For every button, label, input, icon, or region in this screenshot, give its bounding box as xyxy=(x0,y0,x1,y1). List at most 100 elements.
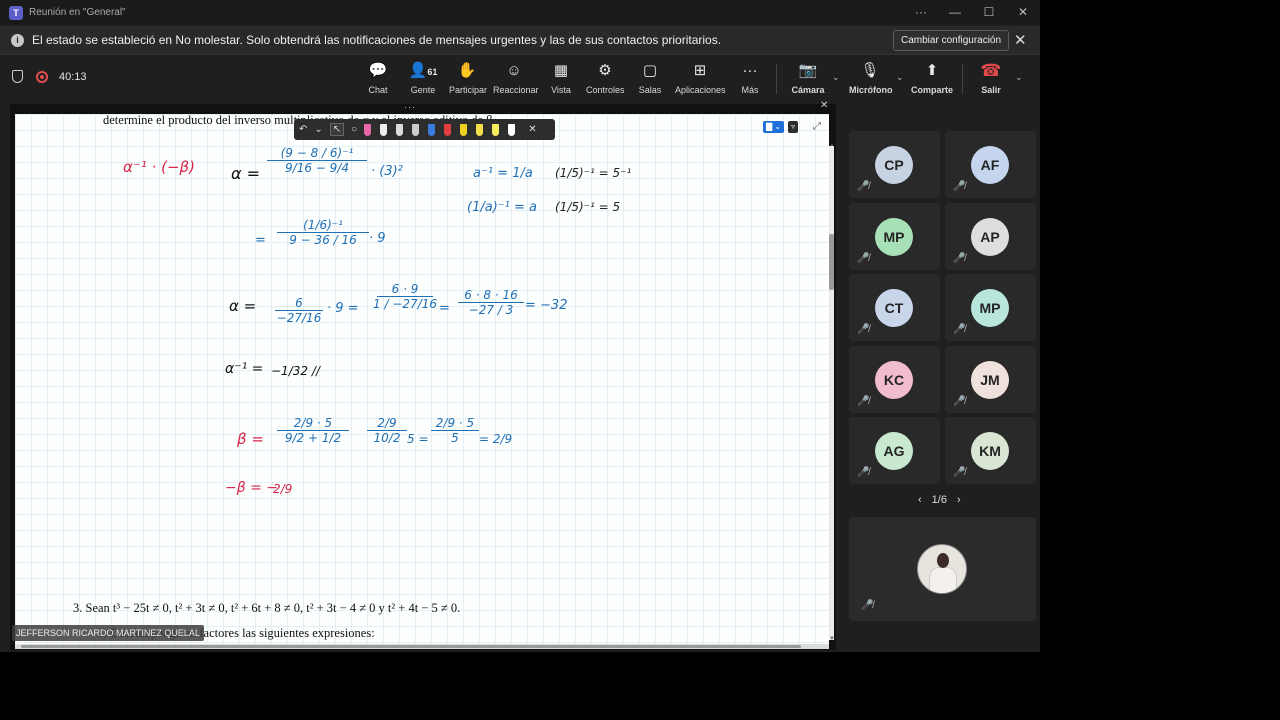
shared-document-canvas: determine el producto del inverso multip… xyxy=(15,114,829,644)
ink-result-2: = 2/9 xyxy=(479,432,513,446)
ink-fraction-7-denominator: 10/2 xyxy=(373,431,401,445)
chat-button[interactable]: 💬 Chat xyxy=(366,62,390,95)
ink-fraction-6: 2/9 · 5 9/2 + 1/2 xyxy=(277,416,349,445)
hscroll-thumb[interactable] xyxy=(21,645,801,648)
participant-tile[interactable]: KC 🎤̸ xyxy=(849,346,940,413)
leave-button[interactable]: ☎ Salir xyxy=(978,62,1004,96)
camera-button[interactable]: 📷 Cámara xyxy=(791,62,825,95)
camera-options-chevron-icon[interactable]: ⌄ xyxy=(832,72,840,83)
avatar: JM xyxy=(971,361,1009,399)
leave-options-chevron-icon[interactable]: ⌄ xyxy=(1015,72,1023,83)
view-button[interactable]: ▦ Vista xyxy=(549,62,573,95)
mic-muted-icon: 🎤̸ xyxy=(857,181,870,192)
self-video-tile[interactable]: 🎤̸ xyxy=(849,517,1036,621)
more-button[interactable]: ··· Más xyxy=(738,62,762,95)
window-controls: ··· — ☐ ✕ xyxy=(904,0,1040,25)
pen-red-icon[interactable] xyxy=(444,123,452,136)
participant-tile[interactable]: MP 🎤̸ xyxy=(849,203,940,270)
prev-page-icon[interactable]: ‹ xyxy=(918,494,922,506)
undo-icon[interactable]: ↶ xyxy=(299,124,307,135)
notification-message: El estado se estableció en No molestar. … xyxy=(32,33,722,47)
highlighter-yellow-icon[interactable] xyxy=(460,123,468,136)
pen-pink-icon[interactable] xyxy=(364,123,372,136)
highlighter-yellow-2-icon[interactable] xyxy=(476,123,484,136)
controls-icon: ⚙ xyxy=(598,62,612,79)
change-settings-button[interactable]: Cambiar configuración xyxy=(893,30,1010,51)
mic-options-chevron-icon[interactable]: ⌄ xyxy=(896,72,904,83)
ink-fraction-7: 2/9 10/2 xyxy=(367,416,407,445)
pen-blue-icon[interactable] xyxy=(428,123,436,136)
lasso-icon[interactable]: ○ xyxy=(351,124,357,135)
mic-button[interactable]: 🎙 Micrófono xyxy=(849,62,893,95)
horizontal-scrollbar[interactable] xyxy=(15,644,829,649)
dnd-notification-bar: i El estado se estableció en No molestar… xyxy=(0,26,1040,55)
controls-button[interactable]: ⚙ Controles xyxy=(586,62,625,95)
ink-fraction-7-tail: 5 = xyxy=(407,432,429,446)
ink-fraction-1-tail: · (3)² xyxy=(371,164,403,179)
expand-icon[interactable]: ⤢ xyxy=(813,121,821,132)
mic-muted-icon: 🎤̸ xyxy=(857,467,870,478)
pen-light-gray-icon[interactable] xyxy=(396,123,404,136)
filter-icon[interactable]: ▿ xyxy=(788,121,799,133)
raise-hand-button[interactable]: ✋ Participar xyxy=(449,62,487,95)
ink-fraction-3-numerator: 6 xyxy=(295,296,303,310)
teams-logo-icon: T xyxy=(9,5,23,20)
mic-muted-icon: 🎤̸ xyxy=(857,253,870,264)
apps-button[interactable]: ⊞ Aplicaciones xyxy=(675,62,726,95)
eraser-icon[interactable] xyxy=(508,123,516,136)
people-button[interactable]: 👤61 Gente xyxy=(407,62,439,95)
drag-handle-icon[interactable]: ··· xyxy=(404,102,416,112)
pen-white-icon[interactable] xyxy=(380,123,388,136)
ink-fraction-8-numerator: 2/9 · 5 xyxy=(435,416,475,430)
avatar-torso xyxy=(929,567,957,593)
camera-off-icon: 📷 xyxy=(798,62,818,79)
ink-fraction-8: 2/9 · 5 5 xyxy=(431,416,479,445)
participant-tile[interactable]: CT 🎤̸ xyxy=(849,274,940,341)
participant-tile[interactable]: AG 🎤̸ xyxy=(849,417,940,484)
close-notification-icon[interactable]: ✕ xyxy=(1014,31,1027,49)
chat-label: Chat xyxy=(368,85,388,95)
participant-tile[interactable]: CP 🎤̸ xyxy=(849,131,940,198)
participant-tile[interactable]: AP 🎤̸ xyxy=(945,203,1036,270)
ink-fraction-5-numerator: 6 · 8 · 16 xyxy=(464,288,518,302)
window-title: Reunión en "General" xyxy=(29,7,126,18)
rooms-button[interactable]: ▢ Salas xyxy=(638,62,662,95)
scroll-down-icon[interactable]: ▼ xyxy=(829,636,835,642)
mic-label: Micrófono xyxy=(849,85,893,95)
next-page-icon[interactable]: › xyxy=(957,494,961,506)
ink-rule-4: (1/5)⁻¹ = 5 xyxy=(555,200,621,214)
close-share-icon[interactable]: ✕ xyxy=(820,100,828,111)
controls-label: Controles xyxy=(586,85,625,95)
close-window-icon[interactable]: ✕ xyxy=(1006,0,1040,25)
select-tool-icon[interactable]: ↖ xyxy=(329,123,345,136)
participant-tile[interactable]: JM 🎤̸ xyxy=(945,346,1036,413)
minimize-icon[interactable]: — xyxy=(938,0,972,25)
participant-tile[interactable]: MP 🎤̸ xyxy=(945,274,1036,341)
vertical-scrollbar[interactable] xyxy=(829,146,834,640)
highlighter-light-icon[interactable] xyxy=(492,123,500,136)
share-button[interactable]: ⬆ Comparte xyxy=(911,62,953,95)
avatar: AP xyxy=(971,218,1009,256)
participant-tile[interactable]: KM 🎤̸ xyxy=(945,417,1036,484)
pen-gray-icon[interactable] xyxy=(412,123,420,136)
ink-fraction-4-tail: = xyxy=(439,301,450,316)
more-options-icon[interactable]: ··· xyxy=(904,0,938,25)
mic-muted-icon: 🎤̸ xyxy=(953,467,966,478)
mic-muted-icon: 🎤̸ xyxy=(861,600,874,611)
participant-tile[interactable]: AF 🎤̸ xyxy=(945,131,1036,198)
camera-label: Cámara xyxy=(791,85,825,95)
close-ink-toolbar-icon[interactable]: ✕ xyxy=(528,124,536,135)
pen-color-dropdown-icon[interactable]: ▇ ⌄ xyxy=(763,121,785,133)
people-count: 61 xyxy=(427,67,438,77)
title-bar: T Reunión en "General" ··· — ☐ ✕ xyxy=(0,0,1040,25)
ink-fraction-4-denominator: 1 / −27/16 xyxy=(373,297,437,311)
scroll-thumb[interactable] xyxy=(829,234,834,290)
avatar: KC xyxy=(875,361,913,399)
react-button[interactable]: ☺ Reaccionar xyxy=(493,62,539,95)
avatar: AG xyxy=(875,432,913,470)
undo-chevron-icon[interactable]: ⌄ xyxy=(314,124,322,135)
leave-label: Salir xyxy=(981,85,1001,95)
hand-icon: ✋ xyxy=(457,62,477,79)
teams-meeting-window: T Reunión en "General" ··· — ☐ ✕ i El es… xyxy=(0,0,1040,652)
maximize-icon[interactable]: ☐ xyxy=(972,0,1006,25)
